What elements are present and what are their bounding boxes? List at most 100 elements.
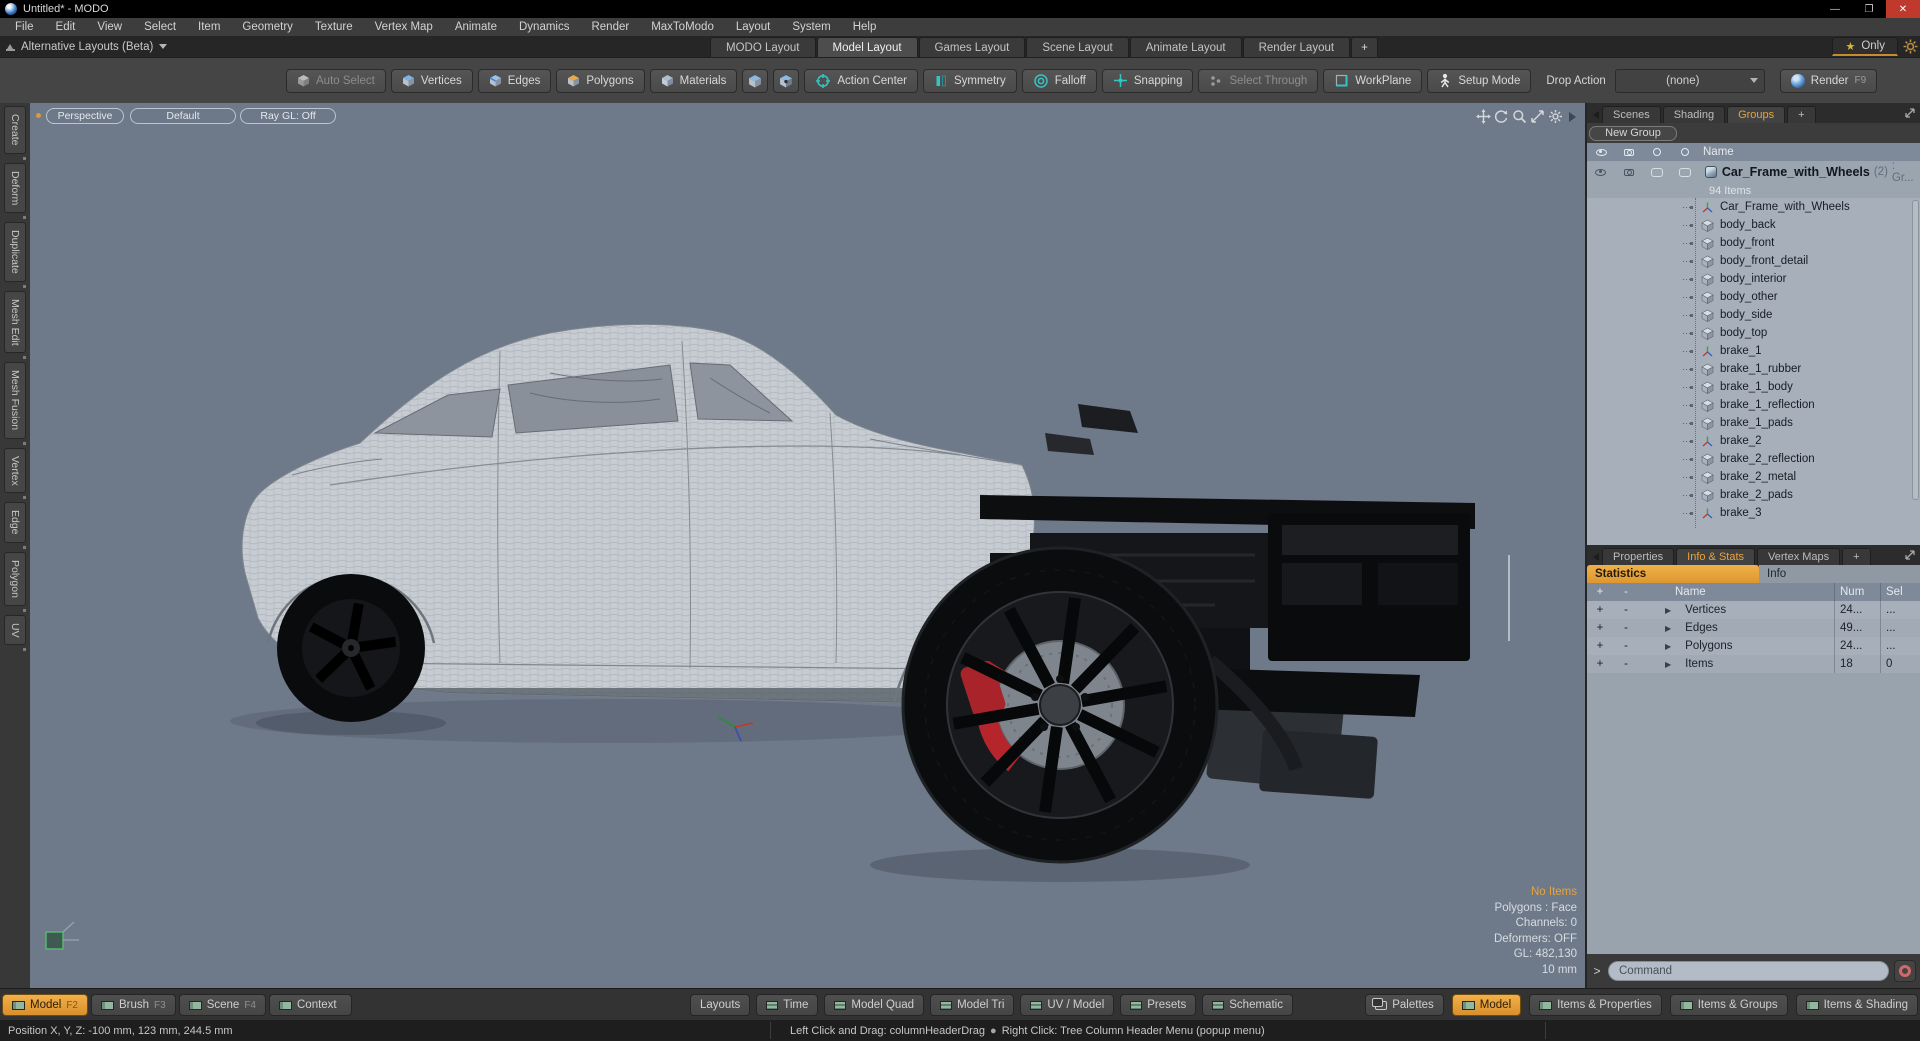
eye-icon[interactable] [1587, 168, 1615, 176]
disclosure-arrow-icon[interactable]: ▶ [1665, 660, 1671, 669]
layout-tab[interactable]: Render Layout [1242, 37, 1351, 57]
action-center-button[interactable]: Action Center [804, 68, 919, 93]
menu-item[interactable]: File [4, 18, 45, 36]
name-column-header[interactable]: Name [1703, 146, 1734, 158]
side-tool-tab[interactable]: Deform [4, 162, 26, 213]
workspace-button[interactable]: Context [269, 994, 352, 1016]
side-tool-tab[interactable]: Vertex [4, 447, 26, 494]
minimize-button[interactable]: — [1818, 0, 1852, 18]
menu-item[interactable]: Texture [304, 18, 364, 36]
menu-item[interactable]: Edit [45, 18, 87, 36]
alternative-layouts-toggle[interactable]: Alternative Layouts (Beta) [6, 36, 168, 57]
side-tool-tab[interactable]: UV [4, 614, 26, 646]
visibility-column-icon[interactable] [1587, 148, 1615, 156]
render-column-icon[interactable] [1615, 148, 1643, 156]
layout-switch-button[interactable]: Layouts [690, 994, 751, 1016]
tree-item-row[interactable]: brake_1 [1587, 342, 1920, 360]
menu-item[interactable]: Layout [725, 18, 782, 36]
workplane-button[interactable]: WorkPlane [1323, 68, 1423, 93]
expand-panel-icon[interactable] [1904, 549, 1916, 561]
collapse-button[interactable]: - [1613, 622, 1639, 634]
side-tool-tab[interactable]: Polygon [4, 551, 26, 606]
layout-tab[interactable]: Model Layout [816, 37, 918, 57]
side-tool-tab[interactable]: Create [4, 106, 26, 154]
render-button[interactable]: Render F9 [1779, 68, 1878, 93]
menu-item[interactable]: MaxToModo [640, 18, 725, 36]
tab-info[interactable]: Info [1759, 565, 1920, 583]
viewport-projection-button[interactable]: Perspective [46, 108, 124, 124]
statistics-row[interactable]: + - ▶ Items 18 0 [1587, 655, 1920, 673]
workspace-button[interactable]: Brush F3 [91, 994, 176, 1016]
menu-item[interactable]: View [86, 18, 133, 36]
panel-tab[interactable]: Properties [1602, 548, 1675, 565]
tree-item-row[interactable]: brake_1_body [1587, 378, 1920, 396]
zoom-icon[interactable] [1512, 109, 1527, 124]
falloff-button[interactable]: Falloff [1021, 68, 1097, 93]
pan-icon[interactable] [1476, 109, 1491, 124]
expand-button[interactable]: + [1587, 658, 1613, 670]
tree-item-row[interactable]: body_other [1587, 288, 1920, 306]
checkbox[interactable] [1671, 167, 1699, 177]
disclosure-arrow-icon[interactable]: ▶ [1665, 642, 1671, 651]
center-select-mode-button[interactable] [773, 68, 800, 93]
panel-switch-button[interactable]: Palettes [1365, 994, 1444, 1016]
expand-button[interactable]: + [1587, 622, 1613, 634]
edges-mode-button[interactable]: Edges [477, 68, 552, 93]
viewport-raygl-button[interactable]: Ray GL: Off [240, 108, 336, 124]
panel-switch-button[interactable]: Items & Shading [1795, 994, 1918, 1016]
tree-item-row[interactable]: body_back [1587, 216, 1920, 234]
tree-item-row[interactable]: brake_2_pads [1587, 486, 1920, 504]
tree-item-row[interactable]: brake_1_pads [1587, 414, 1920, 432]
maximize-viewport-icon[interactable] [1530, 109, 1545, 124]
layout-tab[interactable]: MODO Layout [710, 37, 816, 57]
statistics-row[interactable]: + - ▶ Vertices 24... ... [1587, 601, 1920, 619]
tree-item-row[interactable]: brake_2_metal [1587, 468, 1920, 486]
group-row[interactable]: Car_Frame_with_Wheels (2) : Gr... [1587, 160, 1920, 184]
sel-column-header[interactable]: Sel [1886, 586, 1903, 598]
panel-switch-button[interactable]: Items & Groups [1669, 994, 1788, 1016]
drop-action-dropdown[interactable]: (none) [1614, 68, 1765, 93]
tree-item-row[interactable]: body_side [1587, 306, 1920, 324]
panel-tab[interactable]: + [1787, 106, 1816, 123]
tab-statistics[interactable]: Statistics [1587, 565, 1759, 583]
polygons-mode-button[interactable]: Polygons [556, 68, 645, 93]
tree-item-row[interactable]: brake_2_reflection [1587, 450, 1920, 468]
menu-item[interactable]: System [781, 18, 841, 36]
vertices-mode-button[interactable]: Vertices [390, 68, 473, 93]
workspace-button[interactable]: Scene F4 [178, 994, 266, 1016]
layout-switch-button[interactable]: Schematic [1202, 994, 1293, 1016]
command-prompt[interactable]: > [1591, 964, 1603, 978]
3d-viewport[interactable]: Perspective Default Ray GL: Off No Items… [30, 103, 1585, 988]
menu-item[interactable]: Vertex Map [364, 18, 444, 36]
viewport-shading-button[interactable]: Default [130, 108, 236, 124]
tree-item-row[interactable]: brake_2 [1587, 432, 1920, 450]
statistics-row[interactable]: + - ▶ Polygons 24... ... [1587, 637, 1920, 655]
layout-tab[interactable]: Animate Layout [1129, 37, 1242, 57]
close-button[interactable]: ✕ [1886, 0, 1920, 18]
layout-switch-button[interactable]: Time [756, 994, 819, 1016]
collapse-left-icon[interactable] [1589, 553, 1599, 561]
tree-item-row[interactable]: brake_3 [1587, 504, 1920, 522]
menu-item[interactable]: Animate [444, 18, 508, 36]
panel-tab[interactable]: Info & Stats [1676, 548, 1756, 565]
gear-icon[interactable] [1903, 39, 1918, 54]
name-column-header[interactable]: Name [1675, 586, 1706, 598]
tree-item-row[interactable]: body_front_detail [1587, 252, 1920, 270]
collapse-all-column[interactable]: - [1613, 586, 1639, 598]
layout-tab[interactable]: Games Layout [918, 37, 1026, 57]
item-select-mode-button[interactable] [742, 68, 769, 93]
side-tool-tab[interactable]: Edge [4, 502, 26, 543]
tree-item-row[interactable]: brake_1_reflection [1587, 396, 1920, 414]
layout-switch-button[interactable]: Presets [1120, 994, 1197, 1016]
menu-item[interactable]: Render [580, 18, 640, 36]
side-tool-tab[interactable]: Mesh Edit [4, 290, 26, 354]
tree-scrollbar[interactable] [1912, 200, 1919, 500]
tree-item-row[interactable]: body_top [1587, 324, 1920, 342]
car-model-render[interactable] [30, 103, 1585, 988]
maximize-button[interactable]: ❐ [1852, 0, 1886, 18]
layout-switch-button[interactable]: Model Quad [824, 994, 925, 1016]
layout-switch-button[interactable]: UV / Model [1020, 994, 1115, 1016]
panel-tab[interactable]: Groups [1727, 106, 1786, 123]
panel-tab[interactable]: Shading [1662, 106, 1726, 123]
layout-switch-button[interactable]: Model Tri [930, 994, 1015, 1016]
